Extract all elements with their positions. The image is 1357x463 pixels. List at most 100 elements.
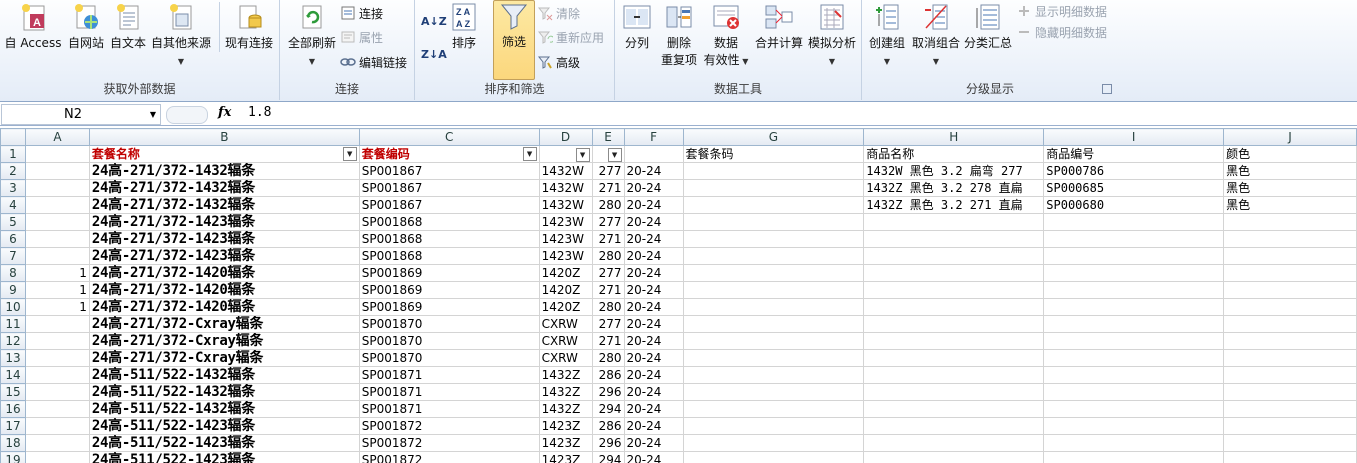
cell-f[interactable]: 20-24: [623, 451, 684, 463]
column-header-j[interactable]: J: [1223, 128, 1357, 146]
cell-i[interactable]: [1043, 434, 1225, 452]
consolidate-button[interactable]: 合并计算: [751, 2, 807, 52]
cell-c[interactable]: SP001872: [358, 434, 540, 452]
cell-c[interactable]: SP001869: [358, 281, 540, 299]
cell-d[interactable]: 1423Z: [538, 451, 593, 463]
cell-f[interactable]: 20-24: [623, 230, 684, 248]
cell-i[interactable]: [1043, 383, 1225, 401]
row-header[interactable]: 13: [0, 349, 26, 367]
cell-g[interactable]: [682, 247, 865, 265]
cell-d[interactable]: 1432W: [538, 179, 593, 197]
cell-j[interactable]: [1223, 417, 1357, 435]
column-header-g[interactable]: G: [682, 128, 865, 146]
cell-g[interactable]: [682, 179, 865, 197]
column-header-c[interactable]: C: [358, 128, 540, 146]
chevron-down-icon[interactable]: ▼: [150, 105, 156, 124]
cell-h[interactable]: 1432Z 黑色 3.2 271 直扁: [863, 196, 1045, 214]
cell-j[interactable]: [1223, 366, 1357, 384]
cell-c[interactable]: SP001870: [358, 349, 540, 367]
subtotal-button[interactable]: 分类汇总: [962, 2, 1014, 52]
cell-i[interactable]: [1043, 417, 1225, 435]
cell-g[interactable]: [682, 196, 865, 214]
cell-j[interactable]: [1223, 451, 1357, 463]
cell-h[interactable]: [863, 366, 1045, 384]
edit-links-button[interactable]: 编辑链接: [340, 54, 407, 73]
row-header[interactable]: 4: [0, 196, 26, 214]
cell-g[interactable]: [682, 366, 865, 384]
cell-a[interactable]: 1: [24, 298, 90, 316]
filter-dropdown-icon[interactable]: ▼: [575, 147, 590, 162]
filter-dropdown-icon[interactable]: ▼: [607, 147, 622, 162]
cell-b[interactable]: 24高-271/372-1420辐条: [88, 298, 360, 316]
filter-button[interactable]: 筛选: [493, 0, 535, 80]
what-if-analysis-button[interactable]: 模拟分析 ▼: [807, 2, 857, 70]
cell-j[interactable]: [1223, 213, 1357, 231]
properties-button[interactable]: 属性: [340, 29, 383, 48]
cell-c[interactable]: SP001867: [358, 162, 540, 180]
cell-i1[interactable]: 商品编号: [1043, 145, 1225, 163]
column-header-h[interactable]: H: [863, 128, 1045, 146]
cell-d[interactable]: 1423Z: [538, 417, 593, 435]
cell-f[interactable]: 20-24: [623, 400, 684, 418]
row-header[interactable]: 6: [0, 230, 26, 248]
cell-d[interactable]: CXRW: [538, 315, 593, 333]
remove-duplicates-button[interactable]: 删除 重复项: [659, 2, 699, 69]
cell-g[interactable]: [682, 400, 865, 418]
sort-descending-button[interactable]: Z↓A: [421, 45, 447, 64]
cell-g[interactable]: [682, 349, 865, 367]
cell-c[interactable]: SP001869: [358, 298, 540, 316]
advanced-filter-button[interactable]: 高级: [537, 54, 580, 73]
cell-h[interactable]: [863, 417, 1045, 435]
cell-a[interactable]: [24, 213, 90, 231]
connections-button[interactable]: 连接: [340, 5, 383, 24]
cell-j[interactable]: 黑色: [1223, 162, 1357, 180]
cell-f[interactable]: 20-24: [623, 417, 684, 435]
cell-a[interactable]: [24, 332, 90, 350]
cell-b1[interactable]: 套餐名称 ▼: [88, 145, 360, 163]
cell-h[interactable]: [863, 315, 1045, 333]
row-header[interactable]: 1: [0, 145, 26, 163]
cell-d[interactable]: CXRW: [538, 349, 593, 367]
cell-h[interactable]: [863, 298, 1045, 316]
cell-b[interactable]: 24高-271/372-1432辐条: [88, 179, 360, 197]
cell-b[interactable]: 24高-511/522-1423辐条: [88, 434, 360, 452]
cell-j[interactable]: [1223, 349, 1357, 367]
cell-c[interactable]: SP001871: [358, 366, 540, 384]
cell-g[interactable]: [682, 417, 865, 435]
cell-c[interactable]: SP001870: [358, 332, 540, 350]
from-text-button[interactable]: 自文本: [106, 2, 150, 52]
cell-f[interactable]: 20-24: [623, 281, 684, 299]
cell-e[interactable]: 271: [591, 332, 625, 350]
name-box[interactable]: N2 ▼: [1, 104, 161, 125]
cell-c[interactable]: SP001871: [358, 383, 540, 401]
cell-f[interactable]: 20-24: [623, 196, 684, 214]
cell-f[interactable]: 20-24: [623, 434, 684, 452]
cell-c[interactable]: SP001868: [358, 213, 540, 231]
cell-d[interactable]: 1432Z: [538, 383, 593, 401]
cell-b[interactable]: 24高-271/372-1420辐条: [88, 281, 360, 299]
cell-e[interactable]: 271: [591, 230, 625, 248]
cell-b[interactable]: 24高-271/372-1423辐条: [88, 230, 360, 248]
formula-bar-resize-handle[interactable]: [166, 106, 208, 124]
cell-g[interactable]: [682, 315, 865, 333]
row-header[interactable]: 3: [0, 179, 26, 197]
cell-h[interactable]: [863, 281, 1045, 299]
cell-h[interactable]: 1432Z 黑色 3.2 278 直扁: [863, 179, 1045, 197]
cell-a[interactable]: 1: [24, 281, 90, 299]
cell-a[interactable]: [24, 196, 90, 214]
cell-e[interactable]: 296: [591, 383, 625, 401]
cell-i[interactable]: [1043, 213, 1225, 231]
cell-g[interactable]: [682, 213, 865, 231]
reapply-button[interactable]: 重新应用: [537, 29, 604, 48]
cell-e[interactable]: 280: [591, 196, 625, 214]
row-header[interactable]: 10: [0, 298, 26, 316]
column-header-d[interactable]: D: [538, 128, 593, 146]
cell-e[interactable]: 286: [591, 417, 625, 435]
cell-c[interactable]: SP001872: [358, 417, 540, 435]
cell-b[interactable]: 24高-511/522-1432辐条: [88, 400, 360, 418]
cell-h[interactable]: 1432W 黑色 3.2 扁弯 277: [863, 162, 1045, 180]
cell-j[interactable]: [1223, 332, 1357, 350]
row-header[interactable]: 8: [0, 264, 26, 282]
row-header[interactable]: 17: [0, 417, 26, 435]
cell-j[interactable]: 黑色: [1223, 179, 1357, 197]
